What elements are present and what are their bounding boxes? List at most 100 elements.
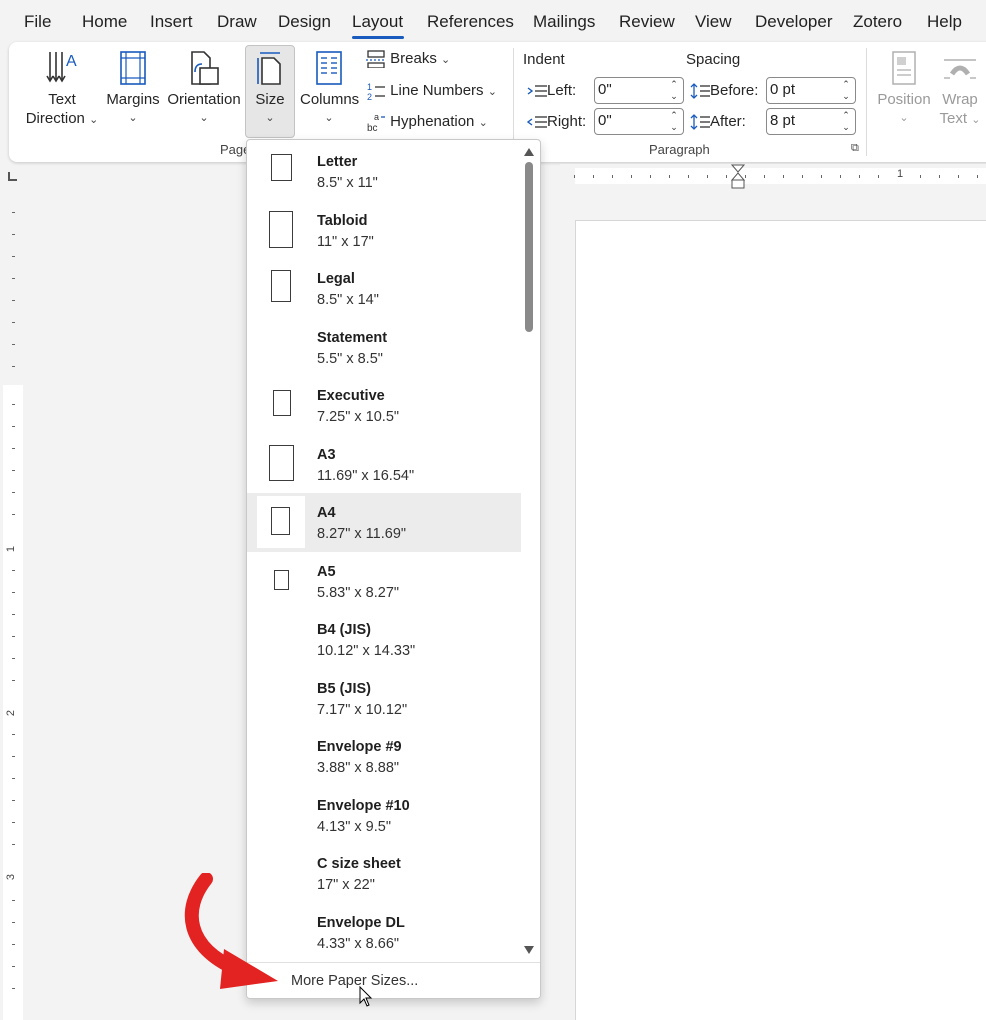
columns-label: Columns [300,91,360,108]
paper-size-a5[interactable]: A5 5.83" x 8.27" [247,552,521,611]
chevron-down-icon: ⌄ [441,54,451,66]
paper-size-dims: 5.83" x 8.27" [317,584,400,601]
columns-button[interactable]: Columns ⌄ [300,50,360,128]
paper-size-envelope-9[interactable]: Envelope #9 3.88" x 8.88" [247,727,521,786]
paper-size-a4[interactable]: A4 8.27" x 11.69" [247,493,521,552]
margins-label: Margins [106,91,160,108]
text-direction-label-1: Text [48,91,76,108]
tab-selector-icon[interactable] [8,172,17,181]
a5-page-icon [274,569,289,590]
paper-size-executive[interactable]: Executive 7.25" x 10.5" [247,376,521,435]
tab-layout[interactable]: Layout [352,12,403,32]
more-paper-sizes-button[interactable]: More Paper Sizes... [247,962,540,998]
tab-insert[interactable]: Insert [150,12,193,32]
text-direction-button[interactable]: A Text Direction ⌄ [24,50,100,130]
breaks-button[interactable]: Breaks ⌄ [366,50,451,69]
paper-size-dims: 7.17" x 10.12" [317,701,408,718]
paper-size-statement[interactable]: Statement 5.5" x 8.5" [247,318,521,377]
tab-help[interactable]: Help [927,12,962,32]
margins-icon [120,51,146,85]
paper-size-letter[interactable]: Letter 8.5" x 11" [247,142,521,201]
paper-size-a3[interactable]: A3 11.69" x 16.54" [247,435,521,494]
spin-arrows-icon[interactable]: ⌃ ⌄ [840,109,852,133]
dropdown-scrollbar[interactable] [522,140,536,960]
paper-size-name: Executive [317,388,385,404]
spin-arrows-icon[interactable]: ⌃ ⌄ [668,78,680,102]
position-icon [892,51,916,85]
hyphenation-icon: a bc [367,112,385,134]
paper-size-legal[interactable]: Legal 8.5" x 14" [247,259,521,318]
page-size-icon [257,52,281,85]
position-button[interactable]: Position ⌄ [874,50,934,128]
orientation-icon [191,51,219,85]
scrollbar-thumb[interactable] [525,162,533,332]
tab-mailings[interactable]: Mailings [533,12,595,32]
scroll-up-icon[interactable] [524,148,534,156]
paper-size-name: A4 [317,505,336,521]
paper-size-name: Legal [317,271,355,287]
paper-size-tabloid[interactable]: Tabloid 11" x 17" [247,201,521,260]
line-numbers-label: Line Numbers [390,81,484,99]
orientation-button[interactable]: Orientation ⌄ [166,50,242,128]
annotation-arrow-icon [184,873,278,989]
vertical-ruler-number: 1 [5,545,18,553]
margins-button[interactable]: Margins ⌄ [105,50,161,128]
spacing-before-input[interactable]: 0 pt ⌃ ⌄ [766,77,856,104]
chevron-down-icon: ⌄ [89,114,99,126]
indent-left-input[interactable]: 0" ⌃ ⌄ [594,77,684,104]
group-separator [866,48,867,156]
tab-draw[interactable]: Draw [217,12,257,32]
line-numbers-button[interactable]: 1 2 Line Numbers ⌄ [366,81,497,102]
dialog-launcher-icon[interactable]: ⧉ [851,142,859,155]
indent-right-icon [526,116,547,128]
paper-size-dims: 3.88" x 8.88" [317,760,400,776]
paper-size-b5-jis[interactable]: B5 (JIS) 7.17" x 10.12" [247,669,521,728]
a4-page-icon [271,507,290,535]
indent-left-icon [527,85,547,97]
size-button-content[interactable]: Size ⌄ [245,50,295,128]
paper-size-envelope-10[interactable]: Envelope #10 4.13" x 9.5" [247,786,521,845]
indent-right-input[interactable]: 0" ⌃ ⌄ [594,108,684,135]
indent-right-value: 0" [598,112,612,129]
chevron-down-icon: ⌄ [199,112,209,124]
tab-review[interactable]: Review [619,12,675,32]
tab-home[interactable]: Home [82,12,127,32]
paper-size-name: Envelope #10 [317,797,410,814]
indent-right-label: Right: [526,113,586,130]
wrap-text-button[interactable]: Wrap Text ⌄ [934,50,986,130]
paper-size-b4-jis[interactable]: B4 (JIS) 10.12" x 14.33" [247,610,521,669]
columns-icon [316,51,342,85]
tab-design[interactable]: Design [278,12,331,32]
paper-size-name: B5 (JIS) [317,680,371,697]
spacing-after-icon [690,114,710,130]
hyphenation-label: Hyphenation [390,112,475,130]
paper-size-name: Letter [317,154,358,170]
spacing-after-input[interactable]: 8 pt ⌃ ⌄ [766,108,856,135]
spin-arrows-icon[interactable]: ⌃ ⌄ [668,109,680,133]
tab-zotero[interactable]: Zotero [853,12,902,32]
spacing-after-label: After: [690,113,746,130]
paper-size-dims: 10.12" x 14.33" [317,643,416,659]
paper-size-dims: 7.25" x 10.5" [317,409,400,425]
tab-file[interactable]: File [24,12,51,32]
paper-size-dims: 4.13" x 9.5" [317,818,391,835]
breaks-label: Breaks [390,50,437,67]
scroll-down-icon[interactable] [524,946,534,954]
svg-text:1: 1 [367,82,372,92]
hyphenation-button[interactable]: a bc Hyphenation ⌄ [366,112,488,134]
line-numbers-icon: 1 2 [367,82,385,102]
text-direction-icon: A [46,52,77,83]
tab-references[interactable]: References [427,12,514,32]
paper-size-dims: 11" x 17" [317,233,374,250]
svg-text:bc: bc [367,123,378,132]
paper-size-name: Tabloid [317,212,368,229]
indent-heading: Indent [523,51,565,68]
paper-size-dims: 17" x 22" [317,877,375,893]
vertical-ruler-ticks [12,212,15,989]
document-page[interactable] [575,220,986,1020]
paragraph-group-label: Paragraph [649,142,710,157]
spacing-before-value: 0 pt [770,81,796,98]
tab-view[interactable]: View [695,12,732,32]
tab-developer[interactable]: Developer [755,12,833,32]
spin-arrows-icon[interactable]: ⌃ ⌄ [840,78,852,102]
